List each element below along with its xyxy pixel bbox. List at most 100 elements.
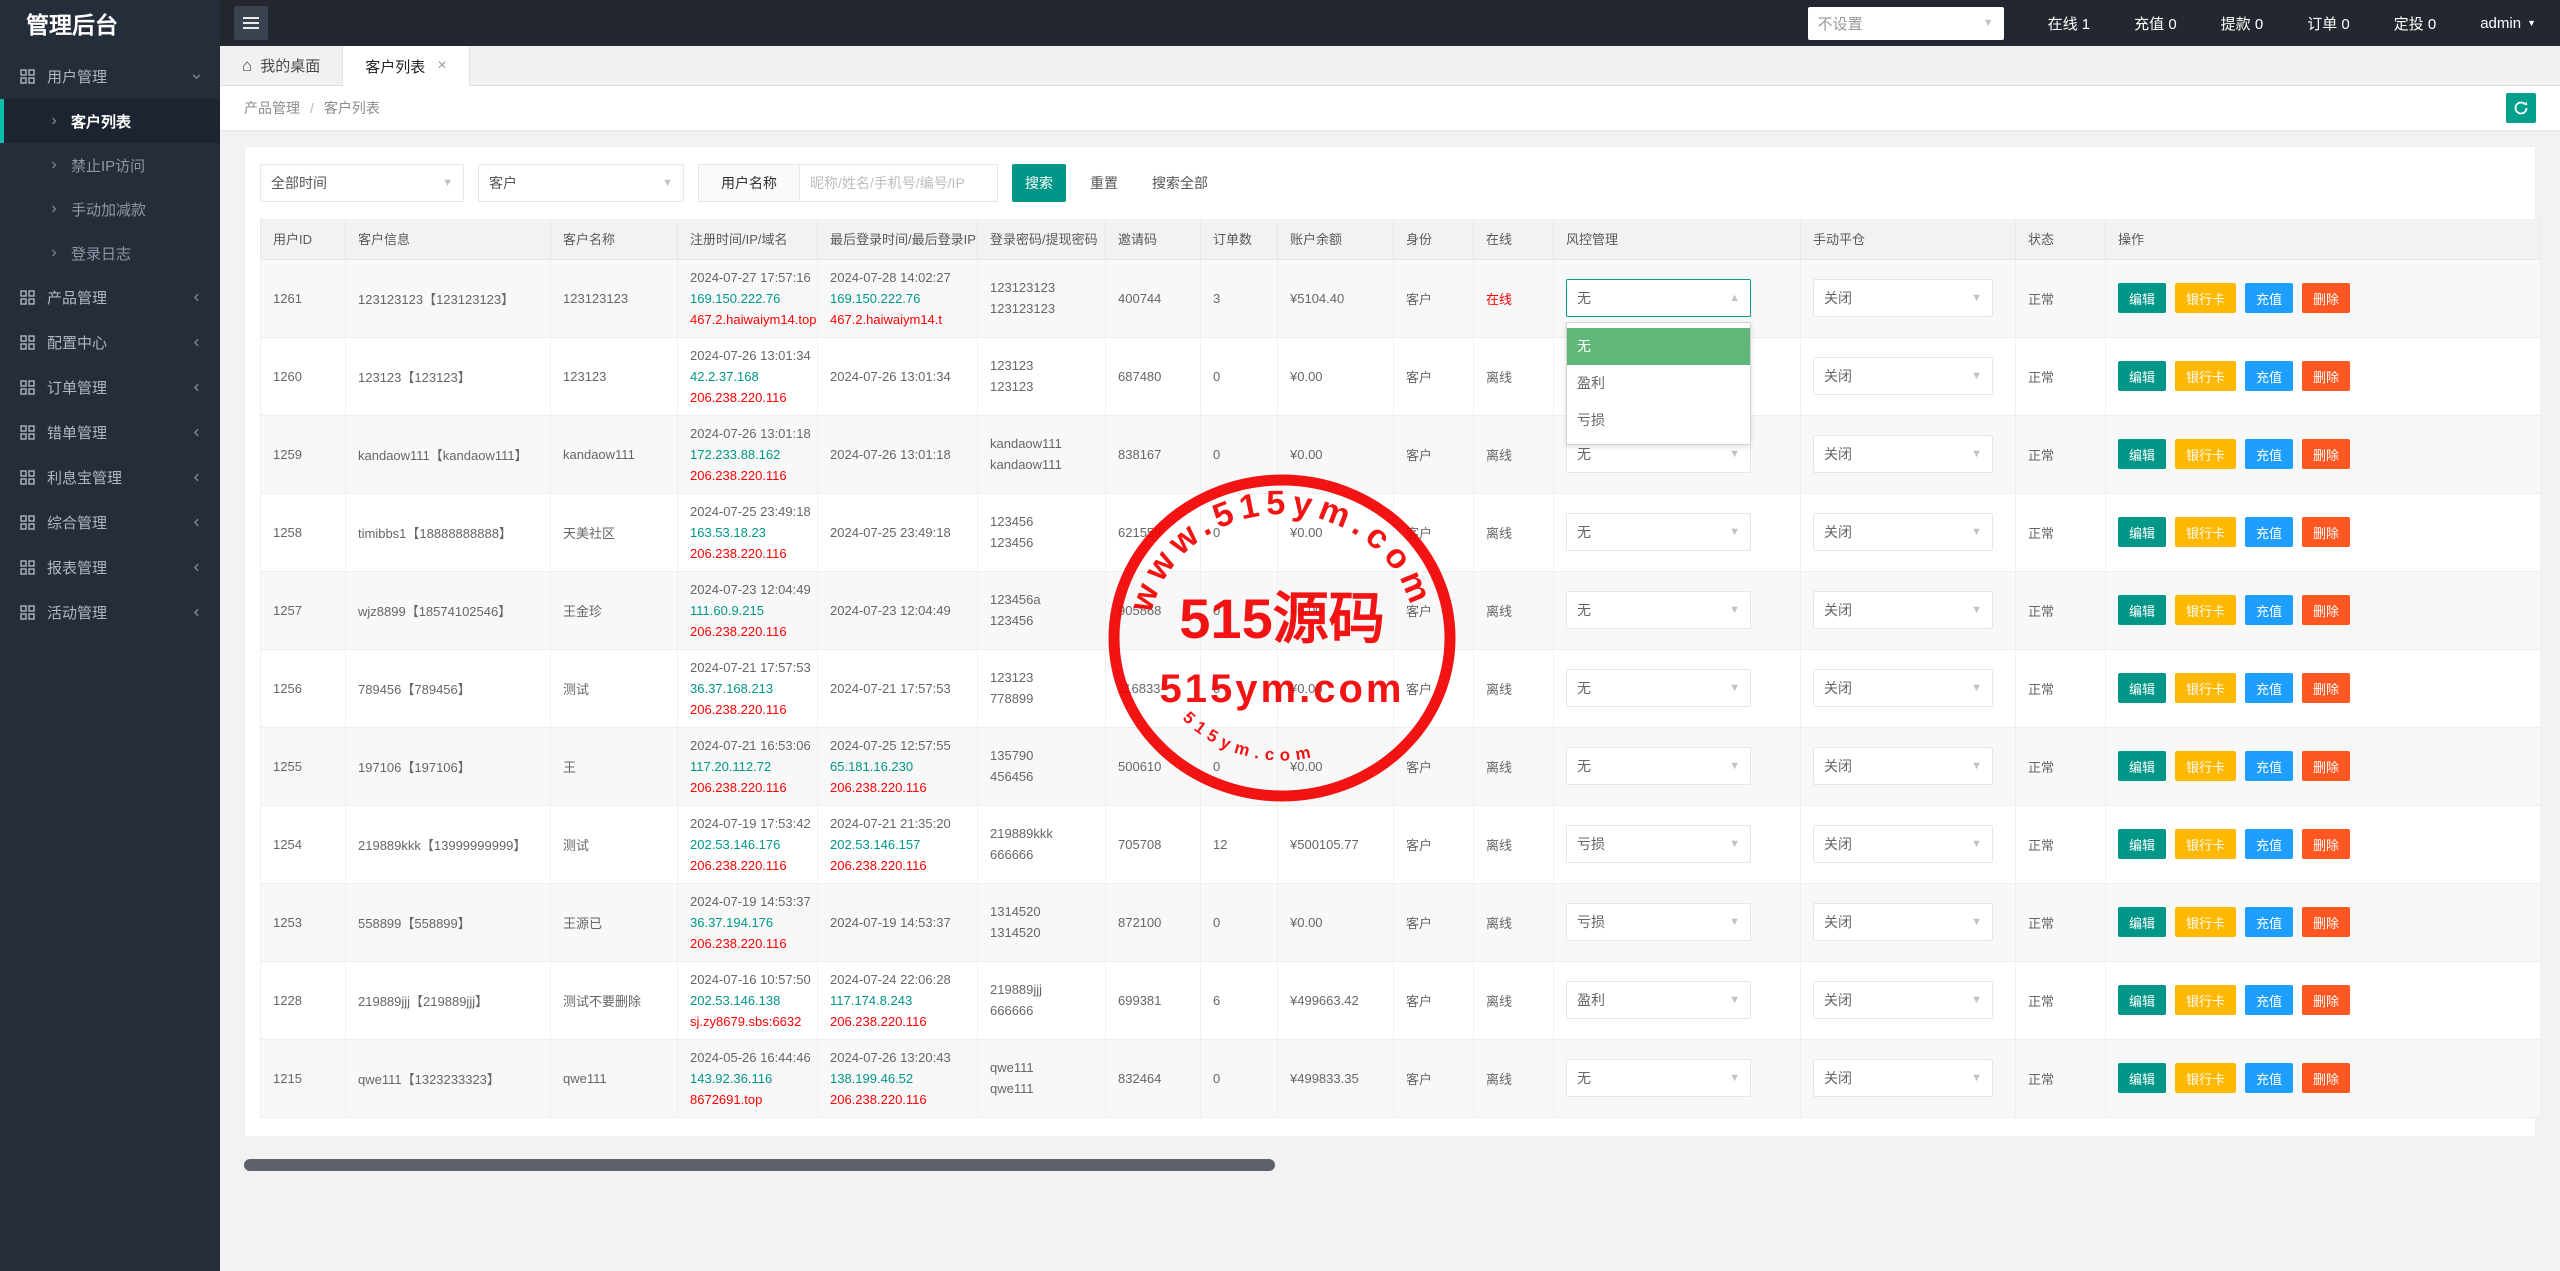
recharge-button[interactable]: 充值 bbox=[2245, 283, 2294, 313]
recharge-button[interactable]: 充值 bbox=[2245, 985, 2294, 1015]
risk-dropdown-option[interactable]: 盈利 bbox=[1567, 364, 1750, 402]
risk-control-select[interactable]: 无▼ bbox=[1566, 747, 1751, 785]
bankcard-button[interactable]: 银行卡 bbox=[2175, 751, 2237, 781]
risk-control-select[interactable]: 亏损 ▼ bbox=[1566, 825, 1751, 863]
delete-button[interactable]: 删除 bbox=[2302, 673, 2351, 703]
risk-control-select[interactable]: 无▼ bbox=[1566, 513, 1751, 551]
recharge-button[interactable]: 充值 bbox=[2245, 829, 2294, 859]
manual-close-select[interactable]: 关闭 ▼ bbox=[1813, 747, 1993, 785]
customer-type-select[interactable]: 客户 ▼ bbox=[478, 164, 684, 202]
sidebar-item-5[interactable]: 利息宝管理 bbox=[0, 455, 220, 500]
edit-button[interactable]: 编辑 bbox=[2118, 907, 2167, 937]
cell-customer-info: 789456【789456】 bbox=[345, 649, 551, 728]
recharge-button[interactable]: 充值 bbox=[2245, 1063, 2294, 1093]
manual-close-select[interactable]: 关闭 ▼ bbox=[1813, 279, 1993, 317]
bankcard-button[interactable]: 银行卡 bbox=[2175, 439, 2237, 469]
edit-button[interactable]: 编辑 bbox=[2118, 439, 2167, 469]
reset-button[interactable]: 重置 bbox=[1080, 164, 1128, 202]
header-stat-3[interactable]: 订单 0 bbox=[2307, 13, 2350, 34]
edit-button[interactable]: 编辑 bbox=[2118, 673, 2167, 703]
delete-button[interactable]: 删除 bbox=[2302, 1063, 2351, 1093]
menu-toggle-button[interactable] bbox=[234, 6, 268, 40]
risk-control-select[interactable]: 盈利 ▼ bbox=[1566, 981, 1751, 1019]
recharge-button[interactable]: 充值 bbox=[2245, 439, 2294, 469]
sidebar-subitem-0[interactable]: 客户列表 bbox=[0, 99, 220, 143]
risk-dropdown-option[interactable]: 亏损 bbox=[1567, 401, 1750, 439]
manual-close-select[interactable]: 关闭 ▼ bbox=[1813, 981, 1993, 1019]
risk-control-select[interactable]: 无▼ bbox=[1566, 1059, 1751, 1097]
refresh-button[interactable] bbox=[2506, 93, 2536, 123]
search-all-button[interactable]: 搜索全部 bbox=[1142, 164, 1218, 202]
close-icon[interactable]: × bbox=[437, 57, 446, 75]
edit-button[interactable]: 编辑 bbox=[2118, 1063, 2167, 1093]
sidebar-item-2[interactable]: 配置中心 bbox=[0, 320, 220, 365]
risk-control-select[interactable]: 无▼ bbox=[1566, 591, 1751, 629]
manual-close-select[interactable]: 关闭 ▼ bbox=[1813, 435, 1993, 473]
tab-desktop[interactable]: ⌂ 我的桌面 bbox=[220, 46, 342, 85]
edit-button[interactable]: 编辑 bbox=[2118, 985, 2167, 1015]
delete-button[interactable]: 删除 bbox=[2302, 751, 2351, 781]
recharge-button[interactable]: 充值 bbox=[2245, 517, 2294, 547]
manual-close-select[interactable]: 关闭 ▼ bbox=[1813, 591, 1993, 629]
bankcard-button[interactable]: 银行卡 bbox=[2175, 907, 2237, 937]
header-stat-0[interactable]: 在线 1 bbox=[2048, 13, 2091, 34]
bankcard-button[interactable]: 银行卡 bbox=[2175, 829, 2237, 859]
edit-button[interactable]: 编辑 bbox=[2118, 517, 2167, 547]
sidebar-item-7[interactable]: 报表管理 bbox=[0, 545, 220, 590]
manual-close-select[interactable]: 关闭 ▼ bbox=[1813, 903, 1993, 941]
header-stat-2[interactable]: 提款 0 bbox=[2221, 13, 2264, 34]
risk-control-select[interactable]: 亏损 ▼ bbox=[1566, 903, 1751, 941]
edit-button[interactable]: 编辑 bbox=[2118, 595, 2167, 625]
sidebar-item-4[interactable]: 错单管理 bbox=[0, 410, 220, 455]
search-input[interactable] bbox=[800, 164, 998, 202]
delete-button[interactable]: 删除 bbox=[2302, 283, 2351, 313]
recharge-button[interactable]: 充值 bbox=[2245, 907, 2294, 937]
manual-close-select[interactable]: 关闭 ▼ bbox=[1813, 1059, 1993, 1097]
edit-button[interactable]: 编辑 bbox=[2118, 361, 2167, 391]
risk-control-select[interactable]: 无 ▲ bbox=[1566, 279, 1751, 317]
delete-button[interactable]: 删除 bbox=[2302, 439, 2351, 469]
delete-button[interactable]: 删除 bbox=[2302, 517, 2351, 547]
sidebar-item-8[interactable]: 活动管理 bbox=[0, 590, 220, 635]
sidebar-item-1[interactable]: 产品管理 bbox=[0, 275, 220, 320]
header-stat-1[interactable]: 充值 0 bbox=[2134, 13, 2177, 34]
risk-dropdown-option[interactable]: 无 bbox=[1567, 327, 1750, 365]
recharge-button[interactable]: 充值 bbox=[2245, 595, 2294, 625]
bankcard-button[interactable]: 银行卡 bbox=[2175, 517, 2237, 547]
sidebar-subitem-3[interactable]: 登录日志 bbox=[0, 231, 220, 275]
bankcard-button[interactable]: 银行卡 bbox=[2175, 283, 2237, 313]
bankcard-button[interactable]: 银行卡 bbox=[2175, 361, 2237, 391]
edit-button[interactable]: 编辑 bbox=[2118, 751, 2167, 781]
sidebar-subitem-1[interactable]: 禁止IP访问 bbox=[0, 143, 220, 187]
admin-menu[interactable]: admin ▼ bbox=[2480, 15, 2536, 32]
scrollbar-thumb[interactable] bbox=[244, 1158, 1276, 1171]
edit-button[interactable]: 编辑 bbox=[2118, 829, 2167, 859]
bankcard-button[interactable]: 银行卡 bbox=[2175, 985, 2237, 1015]
sidebar-item-6[interactable]: 综合管理 bbox=[0, 500, 220, 545]
bankcard-button[interactable]: 银行卡 bbox=[2175, 1063, 2237, 1093]
manual-close-select[interactable]: 关闭 ▼ bbox=[1813, 825, 1993, 863]
delete-button[interactable]: 删除 bbox=[2302, 829, 2351, 859]
bankcard-button[interactable]: 银行卡 bbox=[2175, 673, 2237, 703]
delete-button[interactable]: 删除 bbox=[2302, 361, 2351, 391]
sidebar-item-0[interactable]: 用户管理 bbox=[0, 54, 220, 99]
search-button[interactable]: 搜索 bbox=[1012, 164, 1066, 202]
recharge-button[interactable]: 充值 bbox=[2245, 751, 2294, 781]
time-range-select[interactable]: 全部时间 ▼ bbox=[260, 164, 464, 202]
sidebar-item-3[interactable]: 订单管理 bbox=[0, 365, 220, 410]
risk-control-select[interactable]: 无▼ bbox=[1566, 669, 1751, 707]
delete-button[interactable]: 删除 bbox=[2302, 907, 2351, 937]
manual-close-select[interactable]: 关闭 ▼ bbox=[1813, 513, 1993, 551]
tab-customer-list[interactable]: 客户列表 × bbox=[342, 46, 470, 86]
delete-button[interactable]: 删除 bbox=[2302, 595, 2351, 625]
edit-button[interactable]: 编辑 bbox=[2118, 283, 2167, 313]
manual-close-select[interactable]: 关闭 ▼ bbox=[1813, 669, 1993, 707]
sidebar-subitem-2[interactable]: 手动加减款 bbox=[0, 187, 220, 231]
bankcard-button[interactable]: 银行卡 bbox=[2175, 595, 2237, 625]
manual-close-select[interactable]: 关闭 ▼ bbox=[1813, 357, 1993, 395]
recharge-button[interactable]: 充值 bbox=[2245, 361, 2294, 391]
top-filter-select[interactable]: 不设置 ▼ bbox=[1807, 6, 2004, 40]
delete-button[interactable]: 删除 bbox=[2302, 985, 2351, 1015]
header-stat-4[interactable]: 定投 0 bbox=[2394, 13, 2437, 34]
recharge-button[interactable]: 充值 bbox=[2245, 673, 2294, 703]
